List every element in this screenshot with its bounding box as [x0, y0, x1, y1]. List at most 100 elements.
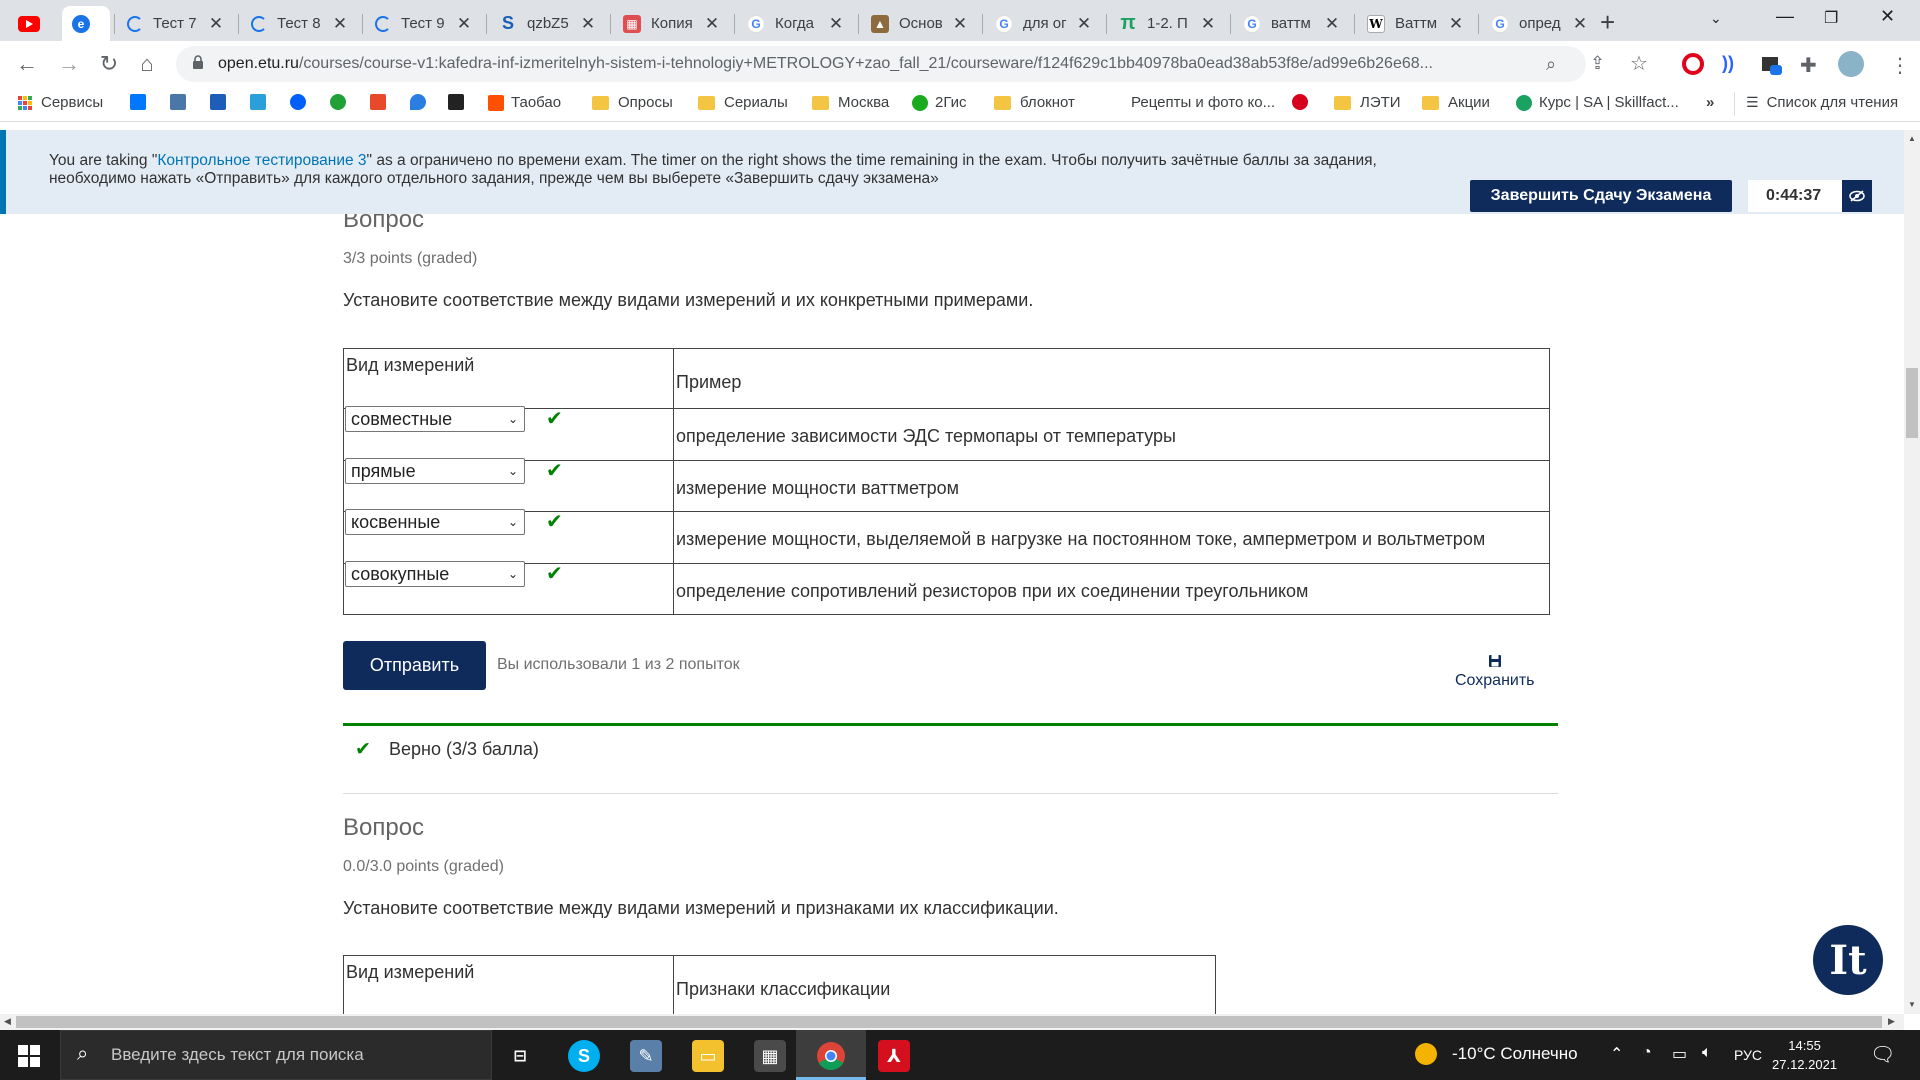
paint-icon[interactable]: ✎ [630, 1040, 662, 1072]
bookmark-translate[interactable] [170, 94, 193, 110]
taskbar-search[interactable]: ⌕ Введите здесь текст для поиска [60, 1030, 492, 1080]
home-icon[interactable]: ⌂ [134, 51, 160, 77]
scroll-right-arrow-icon[interactable]: ▶ [1888, 1016, 1895, 1027]
scroll-thumb[interactable] [1906, 368, 1918, 438]
bookmark-recepty[interactable]: Рецепты и фото ко... [1108, 94, 1275, 111]
vertical-scrollbar[interactable]: ▲ ▼ [1904, 130, 1920, 1014]
bookmark-sber[interactable] [330, 94, 353, 110]
bookmark-folder-bloknot[interactable]: блокнот [994, 94, 1075, 111]
skype-icon[interactable]: S [568, 1040, 600, 1072]
windows-start-icon[interactable] [18, 1045, 40, 1067]
tab-1-2[interactable]: π 1-2. П ✕ [1109, 6, 1227, 41]
close-icon[interactable]: ✕ [1571, 14, 1589, 34]
bookmark-mail[interactable] [210, 94, 233, 110]
tray-chevron-up-icon[interactable]: ⌃ [1610, 1044, 1623, 1064]
tab-current[interactable]: e [62, 6, 110, 41]
close-icon[interactable]: ✕ [331, 14, 349, 34]
notifications-icon[interactable]: 🗨︎ [1870, 1042, 1895, 1067]
task-view-icon[interactable]: ⊟ [504, 1040, 536, 1072]
language-indicator[interactable]: РУС [1734, 1047, 1762, 1063]
bookmark-drop[interactable] [410, 94, 433, 110]
tab-kogda[interactable]: G Когда ✕ [737, 6, 855, 41]
close-icon[interactable]: ✕ [1199, 14, 1217, 34]
bookmark-hh[interactable] [1292, 94, 1315, 110]
back-arrow-icon[interactable]: ← [14, 51, 40, 77]
bookmark-mailru[interactable] [290, 94, 313, 110]
bookmark-folder-akcii[interactable]: Акции [1422, 94, 1490, 111]
tab-search-chevron-icon[interactable]: ⌄ [1710, 10, 1722, 27]
audio-extension-icon[interactable]: )) [1722, 53, 1744, 75]
calculator-icon[interactable]: ▦ [754, 1040, 786, 1072]
it-chat-widget[interactable]: It [1813, 925, 1883, 995]
forward-arrow-icon[interactable]: → [56, 51, 82, 77]
answer-dropdown[interactable]: совокупные ⌄ [345, 561, 525, 587]
bookmark-apps[interactable]: Сервисы [18, 94, 103, 111]
scroll-down-arrow-icon[interactable]: ▼ [1908, 1000, 1916, 1009]
close-icon[interactable]: ✕ [951, 14, 969, 34]
address-bar[interactable]: open.etu.ru/courses/course-v1:kafedra-in… [176, 46, 1586, 82]
scroll-thumb[interactable] [16, 1016, 1882, 1028]
tab-test9[interactable]: Тест 9 ✕ [365, 6, 483, 41]
tab-dlya[interactable]: G для ог ✕ [985, 6, 1103, 41]
close-icon[interactable]: ✕ [455, 14, 473, 34]
bookmark-folder-oprosy[interactable]: Опросы [592, 94, 673, 111]
bookmark-2gis[interactable]: 2Гис [912, 94, 967, 111]
tab-osnov[interactable]: ▲ Основ ✕ [861, 6, 979, 41]
opera-extension-icon[interactable] [1682, 53, 1704, 75]
acrobat-icon[interactable]: ⅄ [878, 1040, 910, 1072]
chrome-icon[interactable] [815, 1040, 847, 1072]
answer-dropdown[interactable]: косвенные ⌄ [345, 509, 525, 535]
minimize-icon[interactable]: — [1776, 6, 1794, 27]
menu-kebab-icon[interactable]: ⋮ [1890, 53, 1912, 77]
extensions-puzzle-icon[interactable]: ✚ [1800, 53, 1822, 77]
tab-vattm-wiki[interactable]: W Ваттм ✕ [1357, 6, 1475, 41]
tab-opred[interactable]: G опред ✕ [1481, 6, 1599, 41]
bookmark-taobao[interactable]: Таобао [488, 94, 561, 111]
bookmark-folder-serialy[interactable]: Сериалы [698, 94, 788, 111]
restore-icon[interactable]: ❐ [1824, 8, 1838, 28]
weather-sun-icon[interactable] [1414, 1042, 1438, 1071]
profile-avatar[interactable] [1838, 51, 1864, 77]
taskbar-clock[interactable]: 14:55 27.12.2021 [1772, 1036, 1837, 1074]
close-icon[interactable]: ✕ [1323, 14, 1341, 34]
tab-kopiya[interactable]: ▦ Копия ✕ [613, 6, 731, 41]
close-icon[interactable]: ✕ [703, 14, 721, 34]
answer-dropdown[interactable]: прямые ⌄ [345, 458, 525, 484]
submit-button[interactable]: Отправить [343, 641, 486, 690]
tab-test8[interactable]: Тест 8 ✕ [241, 6, 359, 41]
tab-qzbz5[interactable]: S qzbZ5 ✕ [489, 6, 607, 41]
tab-youtube[interactable] [8, 6, 56, 41]
new-tab-plus-icon[interactable]: + [1600, 7, 1615, 38]
bookmark-cloud[interactable] [250, 94, 273, 110]
hide-timer-eye-icon[interactable] [1842, 180, 1872, 212]
weather-text[interactable]: -10°C Солнечно [1452, 1044, 1578, 1064]
save-button[interactable]: Сохранить [1455, 654, 1535, 690]
horizontal-scrollbar[interactable]: ◀ ▶ [0, 1014, 1904, 1030]
close-icon[interactable]: ✕ [579, 14, 597, 34]
bookmark-folder-moskva[interactable]: Москва [812, 94, 889, 111]
cube-extension-icon[interactable] [1760, 53, 1782, 75]
close-icon[interactable]: ✕ [827, 14, 845, 34]
reading-list[interactable]: ☰ Список для чтения [1746, 94, 1898, 111]
bookmark-folder-leti[interactable]: ЛЭТИ [1334, 94, 1401, 111]
bookmark-skillfactory[interactable]: Курс | SA | Skillfact... [1516, 94, 1679, 111]
bookmark-vk[interactable] [130, 94, 153, 110]
zoom-icon[interactable]: ⌕ [1546, 54, 1556, 75]
battery-icon[interactable]: ▭ [1672, 1044, 1687, 1064]
close-icon[interactable]: ✕ [207, 14, 225, 34]
network-icon[interactable]: ◔ [1642, 1044, 1652, 1062]
bookmark-market[interactable] [370, 94, 393, 110]
scroll-up-arrow-icon[interactable]: ▲ [1908, 134, 1916, 143]
exam-name-link[interactable]: Контрольное тестирование 3 [157, 152, 366, 169]
tab-test7[interactable]: Тест 7 ✕ [117, 6, 235, 41]
answer-dropdown[interactable]: совместные ⌄ [345, 406, 525, 432]
share-icon[interactable]: ⇪ [1590, 53, 1605, 74]
tab-vattm-google[interactable]: G ваттм ✕ [1233, 6, 1351, 41]
bookmark-d[interactable] [448, 94, 471, 110]
close-icon[interactable]: ✕ [1447, 14, 1465, 34]
reload-icon[interactable]: ↻ [96, 51, 122, 77]
scroll-left-arrow-icon[interactable]: ◀ [4, 1016, 11, 1027]
bookmark-star-icon[interactable]: ☆ [1630, 51, 1648, 76]
bookmarks-overflow-chevron[interactable]: » [1706, 94, 1714, 111]
volume-icon[interactable]: 🔈︎ [1702, 1044, 1712, 1062]
